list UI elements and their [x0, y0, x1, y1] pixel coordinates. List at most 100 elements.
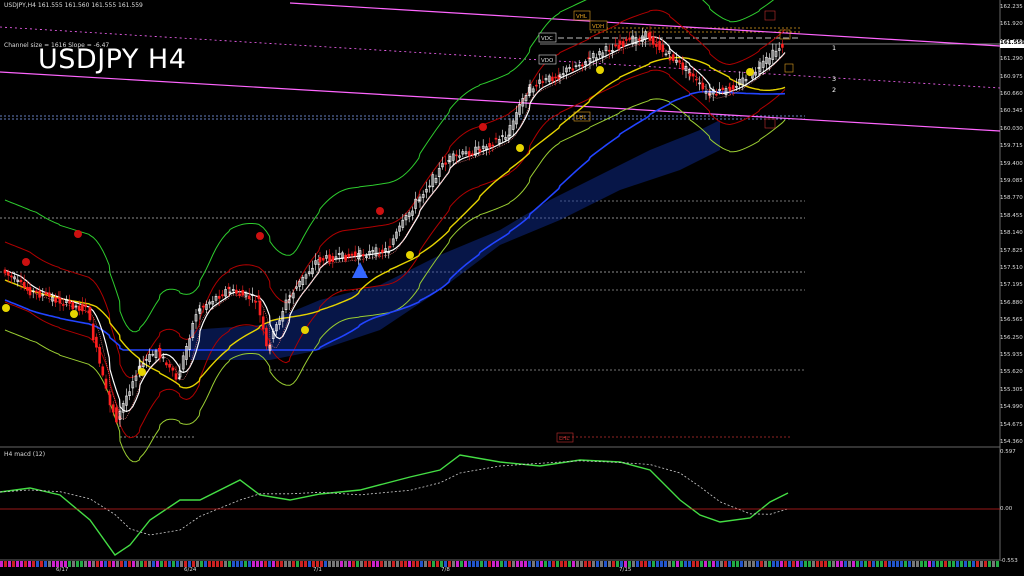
- candle-body: [444, 162, 447, 165]
- sell-marker-icon: [479, 123, 487, 131]
- candle-body: [19, 279, 23, 283]
- session-cell: [384, 561, 387, 567]
- quote-header: USDJPY,H4 161.555 161.560 161.555 161.55…: [4, 2, 143, 9]
- price-tick-label: 157.195: [1000, 282, 1023, 289]
- indicator-scale-zero: 0.00: [1000, 506, 1013, 512]
- candle-body: [61, 304, 65, 306]
- session-cell: [388, 561, 391, 567]
- session-cell: [920, 561, 923, 567]
- candle-body: [331, 256, 335, 262]
- svg-text:2: 2: [832, 86, 836, 94]
- session-cell: [424, 561, 427, 567]
- session-cell: [16, 561, 19, 567]
- candle-body: [22, 282, 26, 288]
- price-tick-label: 155.620: [1000, 369, 1023, 376]
- candle-body: [26, 286, 29, 291]
- session-cell: [272, 561, 275, 567]
- price-tick-label: 154.360: [1000, 439, 1023, 445]
- session-cell: [884, 561, 887, 567]
- session-cell: [396, 561, 399, 567]
- session-cell: [464, 561, 467, 567]
- candle-body: [614, 44, 617, 47]
- candle-body: [71, 302, 75, 310]
- session-cell: [632, 561, 635, 567]
- session-cell: [844, 561, 847, 567]
- price-tick-label: 162.235: [1000, 4, 1023, 10]
- candle-body: [95, 336, 98, 348]
- candle-body: [617, 44, 621, 49]
- session-cell: [676, 561, 679, 567]
- candle-body: [535, 84, 538, 87]
- session-cell: [816, 561, 819, 567]
- session-cell: [172, 561, 175, 567]
- candle-body: [781, 43, 784, 48]
- session-cell: [240, 561, 243, 567]
- session-cell: [276, 561, 279, 567]
- session-cell: [496, 561, 499, 567]
- session-cell: [548, 561, 551, 567]
- candle-body: [88, 307, 92, 321]
- session-cell: [264, 561, 267, 567]
- candle-body: [6, 271, 10, 276]
- candle-body: [171, 367, 175, 371]
- price-tick-label: 160.030: [1000, 125, 1023, 132]
- price-tick-label: 158.140: [1000, 230, 1023, 237]
- candle-body: [104, 378, 108, 389]
- session-cell: [268, 561, 271, 567]
- candle-body: [637, 38, 641, 41]
- session-cell: [532, 561, 535, 567]
- session-cell: [768, 561, 771, 567]
- session-cell: [944, 561, 947, 567]
- candle-body: [721, 87, 725, 91]
- candle-body: [455, 154, 458, 157]
- candle-body: [361, 254, 365, 257]
- session-cell: [148, 561, 151, 567]
- session-cell: [656, 561, 659, 567]
- candle-body: [238, 293, 241, 296]
- candle-body: [115, 407, 118, 423]
- session-cell: [460, 561, 463, 567]
- session-cell: [804, 561, 807, 567]
- candle-body: [28, 287, 32, 296]
- session-cell: [764, 561, 767, 567]
- session-cell: [748, 561, 751, 567]
- session-cell: [40, 561, 43, 567]
- session-cell: [416, 561, 419, 567]
- session-cell: [376, 561, 379, 567]
- price-tick-label: 159.715: [1000, 143, 1023, 150]
- price-chart[interactable]: VDC VDO VDH VHL LHL LHL 1 2 3: [0, 0, 1024, 576]
- session-cell: [28, 561, 31, 567]
- session-cell: [728, 561, 731, 567]
- candle-body: [347, 253, 351, 257]
- session-cell: [652, 561, 655, 567]
- candle-body: [158, 348, 162, 359]
- candle-body: [381, 249, 384, 253]
- session-cell: [860, 561, 863, 567]
- candle-body: [658, 41, 661, 51]
- time-label: 7/8: [441, 567, 450, 573]
- session-cell: [820, 561, 823, 567]
- session-cell: [900, 561, 903, 567]
- session-cell: [348, 561, 351, 567]
- session-cell: [36, 561, 39, 567]
- candle-body: [494, 137, 498, 140]
- buy-marker-icon: [70, 310, 78, 318]
- session-cell: [552, 561, 555, 567]
- session-cell: [512, 561, 515, 567]
- candle-body: [101, 366, 105, 376]
- session-cell: [8, 561, 11, 567]
- candle-body: [695, 78, 698, 81]
- candle-body: [478, 149, 482, 153]
- candle-body: [678, 60, 681, 63]
- session-cell: [456, 561, 459, 567]
- price-tick-label: 159.085: [1000, 178, 1023, 184]
- session-cell: [740, 561, 743, 567]
- price-tick-label: 155.305: [1000, 386, 1023, 393]
- session-cell: [516, 561, 519, 567]
- session-cell: [212, 561, 215, 567]
- svg-text:3: 3: [832, 75, 836, 83]
- candle-body: [728, 87, 732, 92]
- candle-body: [44, 292, 48, 295]
- session-cell: [208, 561, 211, 567]
- candle-body: [247, 295, 251, 300]
